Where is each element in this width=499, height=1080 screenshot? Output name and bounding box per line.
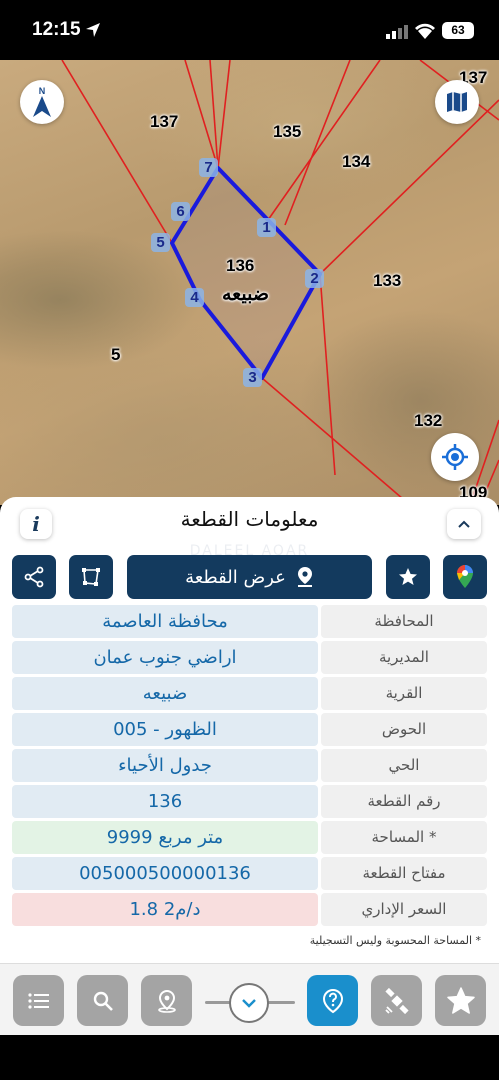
parcel-number-134[interactable]: 134 [342, 152, 370, 172]
list-icon [27, 992, 49, 1009]
bottom-toolbar [0, 963, 499, 1035]
directorate-value: اراضي جنوب عمان [12, 641, 318, 674]
compass-icon: N [33, 86, 51, 117]
status-time: 12:15 [32, 19, 81, 40]
area-value: 9999 متر مربع [12, 821, 318, 854]
battery-indicator: 63 [442, 22, 474, 39]
vertex-7[interactable]: 7 [199, 158, 218, 177]
row-admin-price: 1.8 د/م2 السعر الإداري [12, 893, 487, 926]
row-village: ضبيعه القرية [12, 677, 487, 710]
panel-title: معلومات القطعة [180, 507, 319, 531]
search-icon [93, 991, 113, 1011]
satellite-button[interactable] [371, 975, 422, 1026]
row-neighborhood: جدول الأحياء الحي [12, 749, 487, 782]
home-indicator-area [0, 1035, 499, 1080]
governorate-value: محافظة العاصمة [12, 605, 318, 638]
status-bar: 12:15 63 [0, 0, 499, 60]
polygon-icon [82, 568, 100, 586]
list-button[interactable] [13, 975, 64, 1026]
google-maps-icon [457, 565, 473, 588]
vertex-3[interactable]: 3 [243, 368, 262, 387]
row-governorate: محافظة العاصمة المحافظة [12, 605, 487, 638]
vertex-4[interactable]: 4 [185, 288, 204, 307]
area-label: المساحة * [321, 821, 487, 854]
search-button[interactable] [77, 975, 128, 1026]
basin-label: الحوض [321, 713, 487, 746]
satellite-icon [384, 987, 409, 1014]
parcel-info-table: محافظة العاصمة المحافظة اراضي جنوب عمان … [12, 605, 487, 929]
compass-button[interactable]: N [20, 80, 64, 124]
village-value: ضبيعه [12, 677, 318, 710]
vertex-5[interactable]: 5 [151, 233, 170, 252]
star-icon [399, 568, 417, 585]
polygon-button[interactable] [69, 555, 113, 599]
chevron-up-icon [458, 520, 470, 528]
parcel-number-label: رقم القطعة [321, 785, 487, 818]
signal-icon [386, 24, 408, 43]
village-label: القرية [321, 677, 487, 710]
admin-price-label: السعر الإداري [321, 893, 487, 926]
directorate-label: المديرية [321, 641, 487, 674]
row-parcel-key: 005000500000136 مفتاح القطعة [12, 857, 487, 890]
parcel-number-135[interactable]: 135 [273, 122, 301, 142]
selected-parcel-name: ضبيعه [222, 284, 269, 305]
vertex-2[interactable]: 2 [305, 269, 324, 288]
parcel-number-132[interactable]: 132 [414, 411, 442, 431]
neighborhood-label: الحي [321, 749, 487, 782]
admin-price-value: 1.8 د/م2 [12, 893, 318, 926]
row-area: 9999 متر مربع المساحة * [12, 821, 487, 854]
parcel-number-136[interactable]: 136 [226, 256, 254, 276]
parcel-number-5[interactable]: 5 [111, 345, 120, 365]
help-icon [322, 988, 343, 1013]
collapse-button[interactable] [447, 509, 481, 539]
parcel-info-panel: i معلومات القطعة DALEEL AQAR عرض القطعة [0, 497, 499, 963]
governorate-label: المحافظة [321, 605, 487, 638]
map-pin-icon [297, 567, 312, 587]
parcel-number-133[interactable]: 133 [373, 271, 401, 291]
vertex-6[interactable]: 6 [171, 202, 190, 221]
location-target-icon [157, 989, 176, 1013]
locate-icon [442, 444, 468, 470]
vertex-1[interactable]: 1 [257, 218, 276, 237]
chevron-down-icon [242, 999, 256, 1008]
parcel-number-137[interactable]: 137 [150, 112, 178, 132]
row-directorate: اراضي جنوب عمان المديرية [12, 641, 487, 674]
google-maps-button[interactable] [443, 555, 487, 599]
show-plot-label: عرض القطعة [185, 566, 286, 588]
location-button[interactable] [141, 975, 192, 1026]
parcel-number-value: 136 [12, 785, 318, 818]
map-layers-icon [447, 92, 467, 112]
show-plot-button[interactable]: عرض القطعة [127, 555, 372, 599]
row-basin: الظهور - 005 الحوض [12, 713, 487, 746]
basin-value: الظهور - 005 [12, 713, 318, 746]
favorites-button[interactable] [435, 975, 486, 1026]
help-button[interactable] [307, 975, 358, 1026]
favorites-star-icon [446, 986, 475, 1014]
row-parcel-number: 136 رقم القطعة [12, 785, 487, 818]
expand-toolbar-button[interactable] [229, 983, 269, 1023]
map-view[interactable]: 137 135 134 136 ضبيعه 133 5 132 109 137 … [0, 60, 499, 505]
neighborhood-value: جدول الأحياء [12, 749, 318, 782]
parcel-key-value: 005000500000136 [12, 857, 318, 890]
compass-label: N [39, 86, 46, 96]
share-button[interactable] [12, 555, 56, 599]
locate-button[interactable] [431, 433, 479, 481]
favorite-button[interactable] [386, 555, 430, 599]
area-footnote: * المساحة المحسوبة وليس التسجيلية [309, 934, 481, 947]
location-arrow-icon [85, 22, 101, 42]
parcel-key-label: مفتاح القطعة [321, 857, 487, 890]
share-icon [24, 566, 44, 588]
map-layers-button[interactable] [435, 80, 479, 124]
wifi-icon [414, 22, 436, 43]
